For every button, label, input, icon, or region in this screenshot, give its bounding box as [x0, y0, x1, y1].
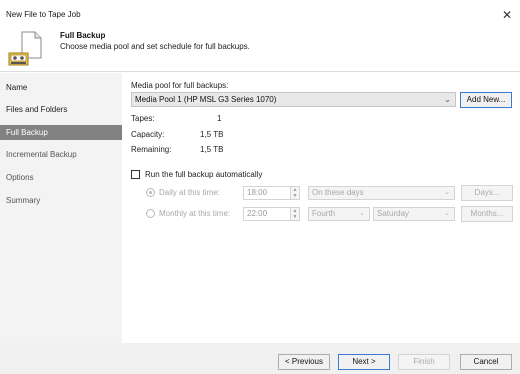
- capacity-value: 1,5 TB: [200, 130, 224, 139]
- chevron-down-icon: ⌄: [444, 189, 450, 196]
- daily-days-select[interactable]: On these days ⌄: [308, 186, 455, 200]
- daily-label: Daily at this time:: [159, 188, 220, 197]
- monthly-radio[interactable]: [146, 209, 155, 218]
- page-subtitle: Choose media pool and set schedule for f…: [60, 42, 250, 51]
- monthly-week-value: Fourth: [312, 209, 336, 218]
- media-pool-value: Media Pool 1 (HP MSL G3 Series 1070): [135, 95, 277, 104]
- wizard-header: Full Backup Choose media pool and set sc…: [0, 26, 520, 72]
- tape-backup-icon: [8, 31, 42, 67]
- monthly-day-select[interactable]: Saturday ⌄: [373, 207, 455, 221]
- media-pool-select[interactable]: Media Pool 1 (HP MSL G3 Series 1070) ⌄: [131, 92, 456, 107]
- chevron-down-icon: ⌄: [444, 210, 450, 217]
- months-button[interactable]: Months...: [461, 206, 513, 222]
- daily-time-field[interactable]: 18:00: [243, 186, 291, 200]
- wizard-footer: < Previous Next > Finish Cancel: [0, 343, 520, 374]
- sidebar-item-name[interactable]: Name: [0, 80, 122, 95]
- page-title: Full Backup: [60, 31, 106, 40]
- sidebar-item-summary[interactable]: Summary: [0, 193, 122, 208]
- daily-days-value: On these days: [312, 188, 364, 197]
- sidebar-item-files-and-folders[interactable]: Files and Folders: [0, 102, 122, 117]
- wizard-sidebar: Name Files and Folders Full Backup Incre…: [0, 73, 122, 343]
- monthly-time-field[interactable]: 22:00: [243, 207, 291, 221]
- monthly-label: Monthly at this time:: [159, 209, 231, 218]
- close-button[interactable]: ✕: [498, 6, 516, 24]
- finish-button[interactable]: Finish: [398, 354, 450, 370]
- wizard-window: New File to Tape Job ✕ Full Backup Choos…: [0, 0, 520, 374]
- chevron-down-icon: ⌄: [359, 210, 365, 217]
- chevron-down-icon: ⌄: [444, 95, 451, 104]
- cancel-button[interactable]: Cancel: [460, 354, 512, 370]
- run-automatically-checkbox[interactable]: [131, 170, 140, 179]
- media-pool-label: Media pool for full backups:: [131, 81, 229, 90]
- remaining-label: Remaining:: [131, 145, 172, 154]
- sidebar-item-incremental-backup[interactable]: Incremental Backup: [0, 147, 122, 162]
- monthly-day-value: Saturday: [377, 209, 410, 218]
- main-panel: Media pool for full backups: Media Pool …: [122, 73, 520, 343]
- window-title: New File to Tape Job: [6, 10, 81, 19]
- title-bar: New File to Tape Job ✕: [0, 0, 520, 26]
- daily-time-spinner[interactable]: ▲ ▼: [291, 186, 300, 200]
- tapes-label: Tapes:: [131, 114, 155, 123]
- run-automatically-label: Run the full backup automatically: [145, 170, 263, 179]
- next-button[interactable]: Next >: [338, 354, 390, 370]
- sidebar-item-options[interactable]: Options: [0, 170, 122, 185]
- add-new-button[interactable]: Add New...: [460, 92, 512, 108]
- days-button[interactable]: Days...: [461, 185, 513, 201]
- tapes-value: 1: [217, 114, 222, 123]
- remaining-value: 1,5 TB: [200, 145, 224, 154]
- capacity-label: Capacity:: [131, 130, 165, 139]
- monthly-week-select[interactable]: Fourth ⌄: [308, 207, 370, 221]
- monthly-time-spinner[interactable]: ▲ ▼: [291, 207, 300, 221]
- sidebar-item-full-backup[interactable]: Full Backup: [0, 125, 122, 140]
- daily-radio[interactable]: [146, 188, 155, 197]
- previous-button[interactable]: < Previous: [278, 354, 330, 370]
